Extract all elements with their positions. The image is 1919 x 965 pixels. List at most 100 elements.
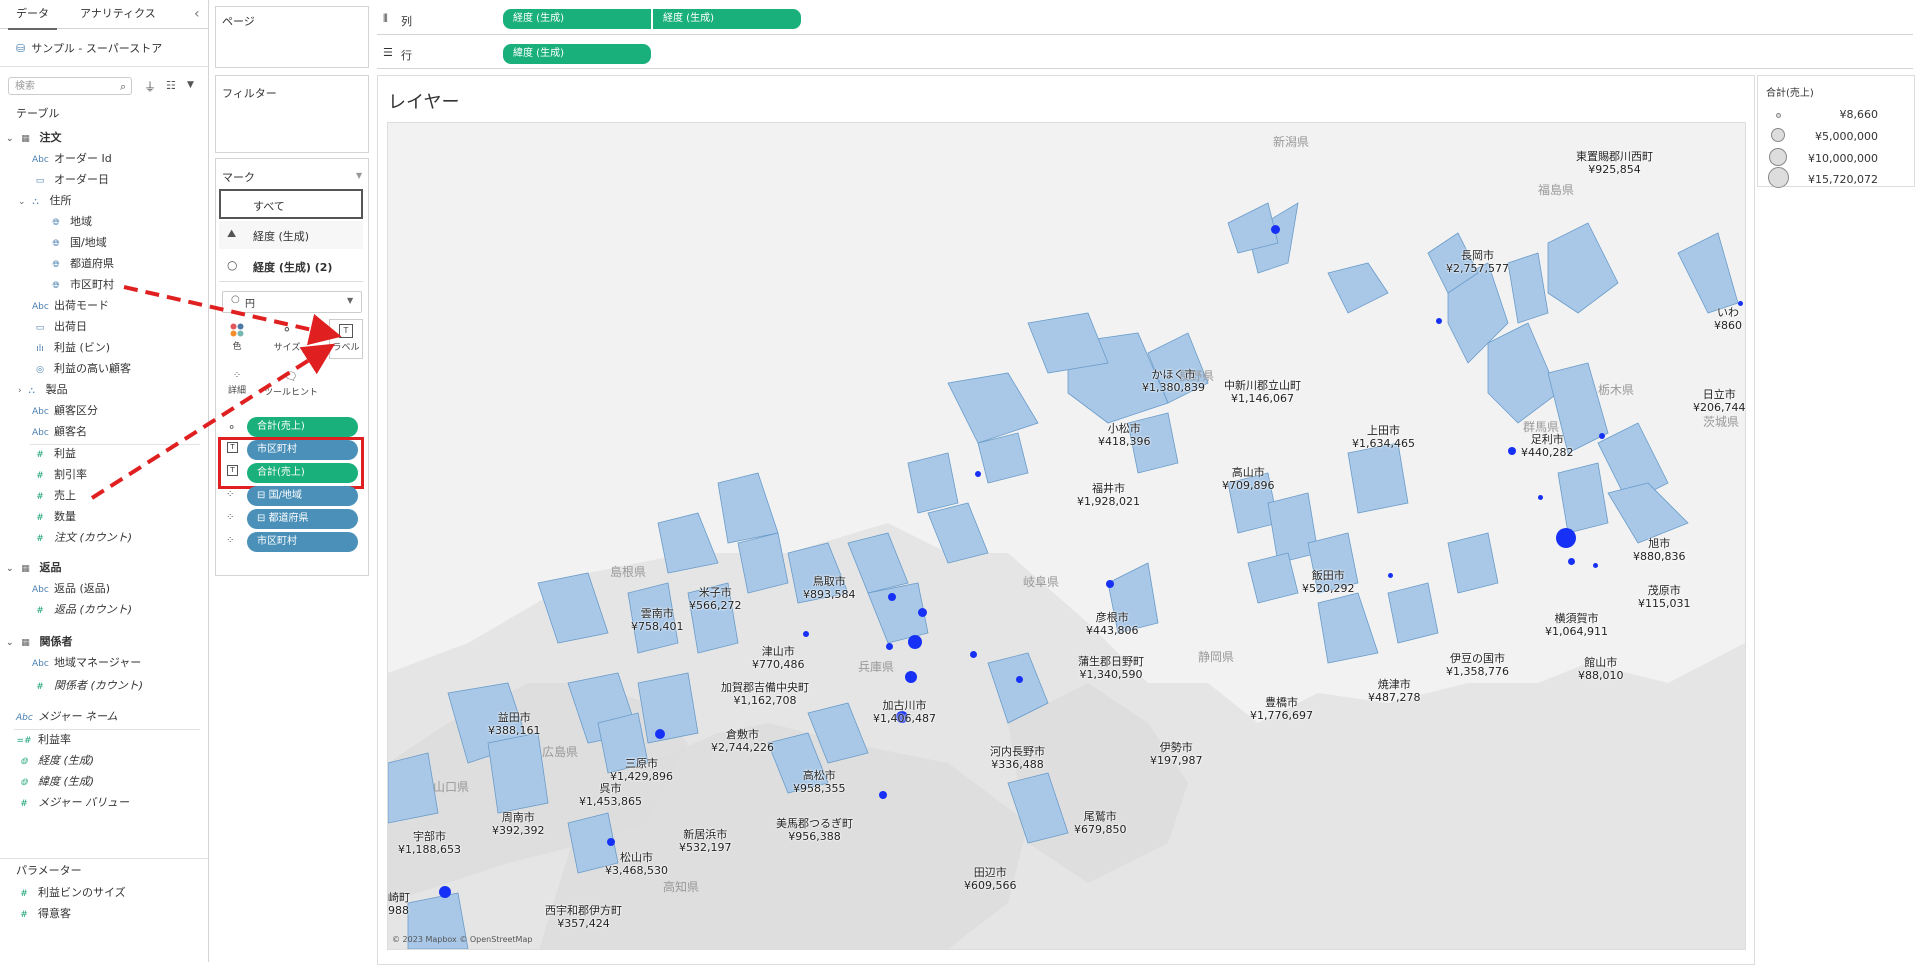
field-order-date[interactable]: ▭ オーダー日 bbox=[32, 170, 109, 190]
mark-field-size-sales[interactable]: 合計(売上) bbox=[247, 417, 358, 437]
field-returns-count[interactable]: # 返品 (カウント) bbox=[32, 600, 132, 620]
chevron-down-icon[interactable]: ⌄ bbox=[6, 564, 14, 574]
size-button[interactable]: ⚬ サイズ bbox=[262, 319, 312, 359]
field-customer-name[interactable]: Abc 顧客名 bbox=[32, 422, 87, 442]
field-quantity[interactable]: # 数量 bbox=[32, 507, 76, 527]
mark-field-detail-country[interactable]: ⊟ 国/地域 bbox=[247, 486, 358, 506]
mark-field-detail-prefecture[interactable]: ⊟ 都道府県 bbox=[247, 509, 358, 529]
row-pill-latitude[interactable]: 緯度 (生成) bbox=[503, 44, 651, 64]
chevron-down-icon[interactable]: ⌄ bbox=[18, 197, 26, 207]
field-region[interactable]: 🌐︎ 地域 bbox=[48, 212, 92, 232]
chevron-down-icon[interactable]: ▼ bbox=[187, 80, 194, 90]
table-label: 返品 bbox=[39, 561, 62, 574]
detail-button[interactable]: ⁘ 詳細 bbox=[220, 366, 254, 406]
calc-measure-icon: =# bbox=[16, 736, 32, 746]
field-measure-names[interactable]: Abc メジャー ネーム bbox=[16, 707, 118, 727]
label-button[interactable]: T ラベル bbox=[329, 319, 363, 359]
mark-field-label-city[interactable]: 市区町村 bbox=[247, 440, 358, 460]
filters-shelf[interactable]: フィルター bbox=[215, 75, 369, 153]
sales-dot[interactable] bbox=[888, 593, 896, 601]
field-sales[interactable]: # 売上 bbox=[32, 486, 76, 506]
sales-dot[interactable] bbox=[1016, 676, 1023, 683]
marks-layer-all[interactable]: すべて bbox=[219, 189, 363, 219]
column-pill-longitude-1[interactable]: 経度 (生成) bbox=[503, 9, 651, 29]
sales-dot[interactable] bbox=[905, 671, 917, 683]
color-button[interactable]: 色 bbox=[220, 319, 254, 359]
sales-dot[interactable] bbox=[879, 791, 887, 799]
field-ship-date[interactable]: ▭ 出荷日 bbox=[32, 317, 87, 337]
tab-analytics[interactable]: アナリティクス bbox=[72, 0, 164, 28]
field-people-count[interactable]: # 関係者 (カウント) bbox=[32, 676, 143, 696]
field-prefecture[interactable]: 🌐︎ 都道府県 bbox=[48, 254, 114, 274]
field-order-id[interactable]: Abc オーダー Id bbox=[32, 149, 112, 169]
sales-dot[interactable] bbox=[803, 631, 809, 637]
table-people[interactable]: ⌄ ▦ 関係者 bbox=[6, 632, 73, 652]
filter-icon[interactable]: ⏚ bbox=[144, 78, 156, 95]
view-options-icon[interactable]: ☷ bbox=[166, 79, 176, 92]
city-label: 館山市 ¥88,010 bbox=[1578, 656, 1624, 682]
sales-dot[interactable] bbox=[1436, 318, 1442, 324]
field-measure-values[interactable]: # メジャー バリュー bbox=[16, 793, 129, 813]
field-returned[interactable]: Abc 返品 (返品) bbox=[32, 579, 110, 599]
field-regional-manager[interactable]: Abc 地域マネージャー bbox=[32, 653, 141, 673]
collapse-pane-icon[interactable]: ‹ bbox=[186, 0, 208, 28]
sales-dot[interactable] bbox=[975, 471, 981, 477]
field-longitude-generated[interactable]: 🌐︎ 経度 (生成) bbox=[16, 751, 94, 771]
sales-dot[interactable] bbox=[1106, 580, 1114, 588]
chevron-down-icon[interactable]: ⌄ bbox=[6, 134, 14, 144]
sales-dot[interactable] bbox=[886, 643, 893, 650]
hierarchy-product[interactable]: › ⛬ 製品 bbox=[18, 380, 68, 400]
search-input[interactable]: 検索 bbox=[8, 77, 132, 95]
chevron-down-icon[interactable]: ▼ bbox=[356, 171, 362, 180]
mark-field-detail-city[interactable]: 市区町村 bbox=[247, 532, 358, 552]
marks-layer-2[interactable]: ○ 経度 (生成) (2) bbox=[219, 251, 363, 282]
field-segment[interactable]: Abc 顧客区分 bbox=[32, 401, 98, 421]
sales-dot[interactable] bbox=[439, 886, 451, 898]
field-ship-mode[interactable]: Abc 出荷モード bbox=[32, 296, 109, 316]
chevron-right-icon[interactable]: › bbox=[18, 386, 22, 396]
sales-dot[interactable] bbox=[1538, 495, 1543, 500]
marks-layer-1[interactable]: ⛰ 経度 (生成) bbox=[219, 221, 363, 249]
sales-dot[interactable] bbox=[1508, 447, 1516, 455]
sales-dot[interactable] bbox=[1593, 563, 1598, 568]
column-pill-longitude-2[interactable]: 経度 (生成) bbox=[653, 9, 801, 29]
mark-field-label-sales[interactable]: 合計(売上) bbox=[247, 463, 358, 483]
field-profit-ratio[interactable]: =# 利益率 bbox=[16, 730, 71, 750]
sales-dot[interactable] bbox=[1271, 225, 1280, 234]
parameters-header: パラメーター bbox=[16, 864, 82, 877]
table-returns[interactable]: ⌄ ▦ 返品 bbox=[6, 558, 62, 578]
parameter-profit-bin-size[interactable]: # 利益ビンのサイズ bbox=[16, 883, 125, 903]
sales-dot[interactable] bbox=[1388, 573, 1393, 578]
field-latitude-generated[interactable]: 🌐︎ 緯度 (生成) bbox=[16, 772, 94, 792]
mark-type-select[interactable]: ○ 円 ▼ bbox=[222, 291, 362, 313]
columns-shelf[interactable]: ⦀ 列 経度 (生成) 経度 (生成) bbox=[377, 6, 1913, 35]
field-city[interactable]: 🌐︎ 市区町村 bbox=[48, 275, 114, 295]
sales-dot[interactable] bbox=[1568, 558, 1575, 565]
field-profit-bin[interactable]: ılı 利益 (ビン) bbox=[32, 338, 110, 358]
field-profit[interactable]: # 利益 bbox=[32, 444, 76, 464]
field-discount[interactable]: # 割引率 bbox=[32, 465, 87, 485]
parameter-top-customers[interactable]: # 得意客 bbox=[16, 904, 71, 924]
chevron-down-icon[interactable]: ⌄ bbox=[6, 638, 14, 648]
field-high-profit-customers[interactable]: ◎ 利益の高い顧客 bbox=[32, 359, 131, 379]
tab-data[interactable]: データ bbox=[8, 0, 57, 30]
field-order-count[interactable]: # 注文 (カウント) bbox=[32, 528, 132, 548]
pages-shelf[interactable]: ページ bbox=[215, 6, 369, 68]
map-attribution[interactable]: © 2023 Mapbox © OpenStreetMap bbox=[392, 935, 532, 944]
field-country[interactable]: 🌐︎ 国/地域 bbox=[48, 233, 106, 253]
sales-dot[interactable] bbox=[607, 838, 615, 846]
table-orders[interactable]: ⌄ ▦ 注文 bbox=[6, 128, 62, 148]
sales-dot[interactable] bbox=[918, 608, 927, 617]
map-view[interactable]: 新潟県 福島県 長野県 栃木県 群馬県 茨城県 岐阜県 静岡県 島根県 広島県 … bbox=[387, 122, 1746, 950]
table-icon: ▦ bbox=[21, 564, 30, 574]
city-label: 周南市 ¥392,392 bbox=[492, 811, 545, 837]
rows-shelf[interactable]: ☰ 行 緯度 (生成) bbox=[377, 40, 1913, 69]
sales-dot[interactable] bbox=[970, 651, 977, 658]
sales-dot[interactable] bbox=[1556, 528, 1576, 548]
tooltip-button[interactable]: 🗨︎ ツールヒント bbox=[262, 366, 320, 406]
datasource[interactable]: ⛁ サンプル - スーパーストア bbox=[16, 40, 162, 56]
sales-dot[interactable] bbox=[655, 729, 665, 739]
sales-dot[interactable] bbox=[1599, 433, 1605, 439]
sales-dot[interactable] bbox=[908, 635, 922, 649]
hierarchy-address[interactable]: ⌄ ⛬ 住所 bbox=[18, 191, 72, 211]
